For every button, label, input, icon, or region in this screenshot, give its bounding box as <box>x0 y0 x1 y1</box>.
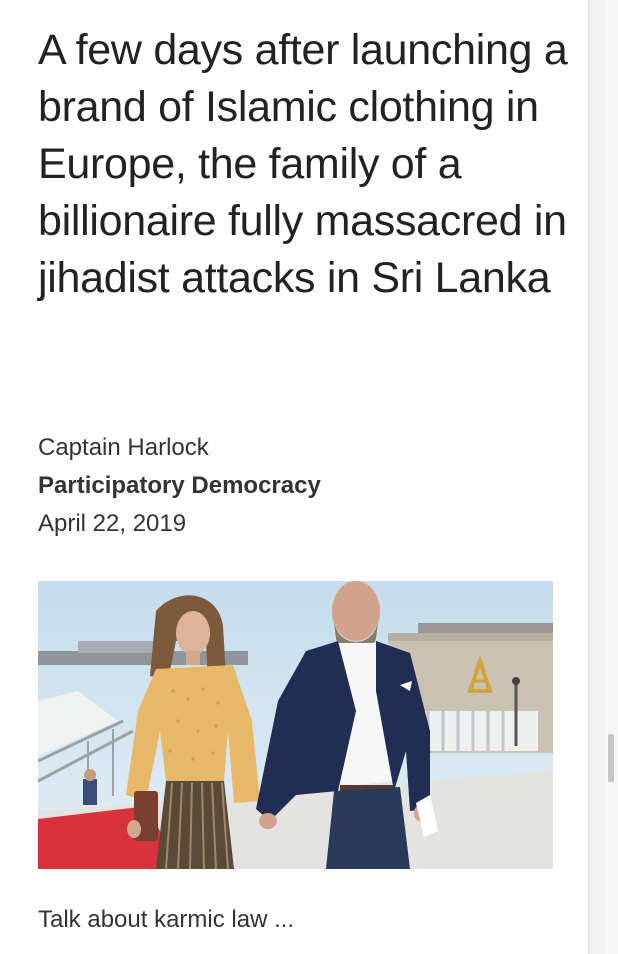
page-scrollbar[interactable] <box>605 0 618 954</box>
article-date: April 22, 2019 <box>38 510 187 537</box>
article-photo[interactable] <box>38 581 553 869</box>
article-headline: A few days after launching a brand of Is… <box>38 26 568 302</box>
article-author[interactable]: Captain Harlock <box>38 434 209 462</box>
scrollbar-thumb[interactable] <box>608 734 614 782</box>
article-source[interactable]: Participatory Democracy <box>38 472 321 500</box>
photo-illustration <box>38 581 553 869</box>
article-card: A few days after launching a brand of Is… <box>0 0 589 954</box>
article-caption: Talk about karmic law ... <box>38 906 295 933</box>
